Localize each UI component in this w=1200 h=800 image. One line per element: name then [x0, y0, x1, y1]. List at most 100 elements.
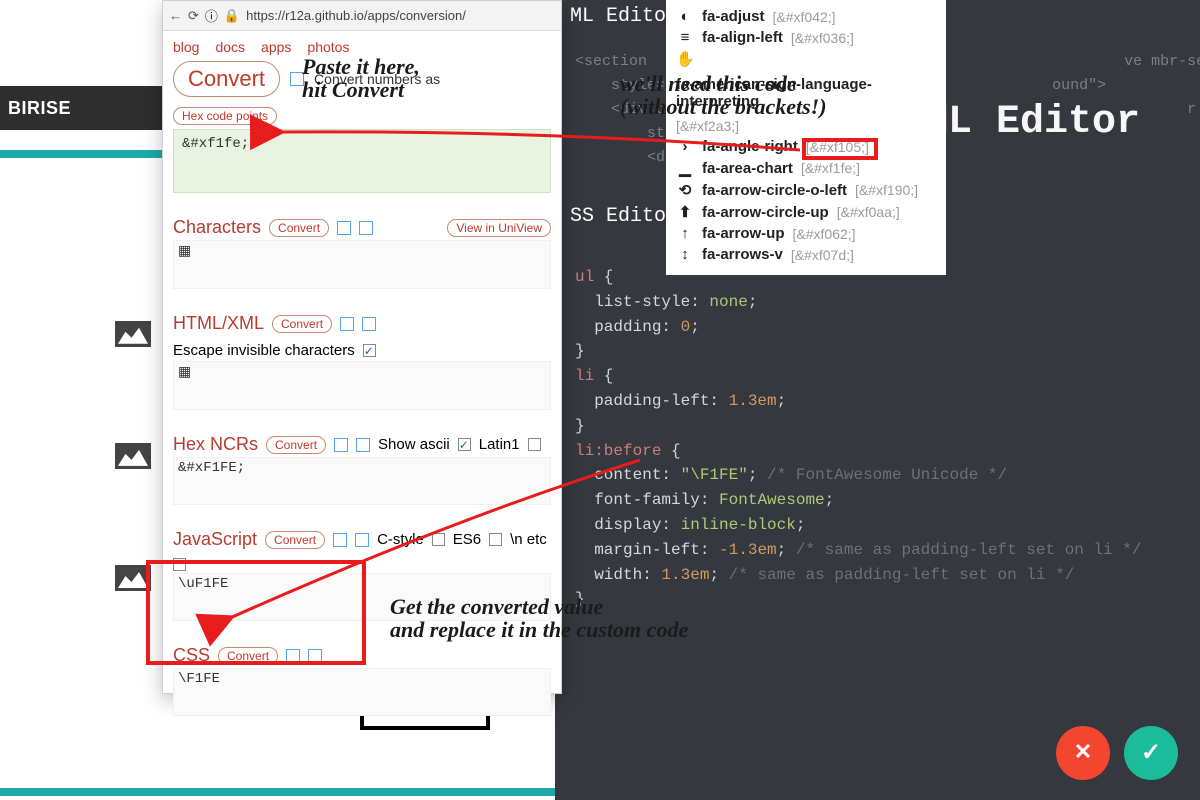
icon-name: fa-arrow-circle-o-left [702, 182, 847, 199]
icon-name: fa-arrows-v [702, 246, 783, 263]
list-item[interactable]: ≡fa-align-left [&#xf036;] [670, 27, 942, 48]
code-token: list-style: [575, 293, 709, 311]
annotation-text: Paste it here,hit Convert [302, 55, 420, 101]
main-input-box[interactable]: &#xf1fe; [173, 129, 551, 193]
code-token: { [594, 268, 613, 286]
icon-code: [&#xf042;] [773, 9, 836, 25]
code-token: 1.3em [729, 392, 777, 410]
back-icon[interactable]: ← [169, 8, 182, 23]
code-token: ; [777, 392, 787, 410]
icon-code: [&#xf036;] [791, 30, 854, 46]
lock-icon: 🔒 [224, 8, 240, 24]
icon-code: [&#xf190;] [855, 182, 918, 198]
refresh-icon[interactable]: ⟳ [188, 8, 199, 24]
output-box[interactable]: \F1FE [173, 668, 551, 716]
url-text[interactable]: https://r12a.github.io/apps/conversion/ [246, 8, 466, 23]
doc-icon[interactable] [355, 533, 369, 547]
hex-option-pill[interactable]: Hex code points [173, 107, 277, 125]
doc-icon[interactable] [359, 221, 373, 235]
copy-icon[interactable] [337, 221, 351, 235]
icon-name: fa-angle-right [702, 138, 798, 155]
latin-checkbox[interactable] [528, 438, 541, 451]
convert-button[interactable]: Convert [272, 315, 332, 333]
cstyle-checkbox[interactable] [432, 533, 445, 546]
cstyle-label: C-style [377, 531, 424, 548]
cancel-button[interactable] [1056, 726, 1110, 780]
arrow-circle-up-icon: ⬆ [676, 203, 694, 221]
input-value: &#xf1fe; [182, 136, 249, 152]
code-token: -1.3em [719, 541, 777, 559]
asl-icon: ✋ [676, 50, 694, 68]
code-token: padding-left: [575, 392, 729, 410]
output-value: \F1FE [178, 671, 220, 687]
escape-checkbox[interactable] [363, 344, 376, 357]
output-box[interactable]: &#xF1FE; [173, 457, 551, 505]
list-item[interactable]: ↕fa-arrows-v [&#xf07d;] [670, 244, 942, 265]
es6-label: ES6 [453, 531, 481, 548]
ascii-checkbox[interactable] [458, 438, 471, 451]
view-uniview-button[interactable]: View in UniView [447, 219, 551, 237]
icon-code: [&#xf2a3;] [676, 118, 739, 134]
info-icon[interactable]: ⓘ [205, 6, 218, 25]
angle-right-icon: › [676, 138, 694, 155]
code-token: width: [575, 566, 661, 584]
code-token: ul [575, 268, 594, 286]
highlight-box [146, 560, 366, 665]
nav-link[interactable]: blog [173, 39, 199, 55]
adjust-icon: ◐ [676, 8, 694, 25]
icon-name: fa-arrow-circle-up [702, 204, 829, 221]
es6-checkbox[interactable] [489, 533, 502, 546]
copy-icon[interactable] [334, 438, 348, 452]
output-value: ▦ [178, 365, 191, 381]
arrow-circle-left-icon: ⟲ [676, 181, 694, 199]
code-token: display: [575, 516, 681, 534]
list-item[interactable]: ▁fa-area-chart [&#xf1fe;] [670, 157, 942, 179]
code-token: ; [796, 516, 806, 534]
code-token: FontAwesome [719, 491, 825, 509]
section-title: HTML/XML [173, 313, 264, 334]
code-token: 1.3em [661, 566, 709, 584]
code-token: li:before [575, 442, 661, 460]
section-title: JavaScript [173, 529, 257, 550]
convert-button[interactable]: Convert [265, 531, 325, 549]
copy-icon[interactable] [333, 533, 347, 547]
code-token: ; [690, 318, 700, 336]
code-token: } [575, 342, 585, 360]
area-chart-icon [115, 321, 151, 347]
list-item[interactable]: ↑fa-arrow-up [&#xf062;] [670, 223, 942, 244]
icon-name: fa-arrow-up [702, 225, 785, 242]
area-chart-icon: ▁ [676, 159, 694, 177]
code-token: /* same as padding-left set on li */ [719, 566, 1074, 584]
escape-label: Escape invisible characters [173, 342, 355, 359]
doc-icon[interactable] [356, 438, 370, 452]
output-box[interactable]: ▦ [173, 240, 551, 289]
ascii-label: Show ascii [378, 436, 450, 453]
list-item[interactable]: ⬆ fa-arrow-circle-up [&#xf0aa;] [670, 201, 942, 223]
code-token: ; [748, 293, 758, 311]
code-token: inline-block [681, 516, 796, 534]
code-token: none [709, 293, 747, 311]
code-token: /* FontAwesome Unicode */ [757, 466, 1007, 484]
nav-link[interactable]: docs [215, 39, 245, 55]
address-bar: ← ⟳ ⓘ 🔒 https://r12a.github.io/apps/conv… [163, 1, 561, 31]
list-item[interactable]: ◐fa-adjust [&#xf042;] [670, 6, 942, 27]
doc-icon[interactable] [362, 317, 376, 331]
code-token: content: [575, 466, 681, 484]
convert-button[interactable]: Convert [269, 219, 329, 237]
icon-code: [&#xf0aa;] [837, 204, 900, 220]
list-item[interactable]: ⟲ fa-arrow-circle-o-left [&#xf190;] [670, 179, 942, 201]
icon-code: [&#xf07d;] [791, 247, 854, 263]
nav-link[interactable]: apps [261, 39, 291, 55]
copy-icon[interactable] [340, 317, 354, 331]
convert-button[interactable]: Convert [266, 436, 326, 454]
css-code-block[interactable]: ul { list-style: none; padding: 0; } li … [575, 265, 1142, 612]
latin-label: Latin1 [479, 436, 520, 453]
nav-link[interactable]: photos [307, 39, 349, 55]
code-token: padding: [575, 318, 681, 336]
code-token: ; [825, 491, 835, 509]
section-htmlxml: HTML/XML Convert Escape invisible charac… [173, 313, 551, 410]
annotation-text: we'll need this code(without the bracket… [620, 72, 827, 118]
output-box[interactable]: ▦ [173, 361, 551, 410]
convert-button[interactable]: Convert [173, 61, 280, 97]
confirm-button[interactable] [1124, 726, 1178, 780]
